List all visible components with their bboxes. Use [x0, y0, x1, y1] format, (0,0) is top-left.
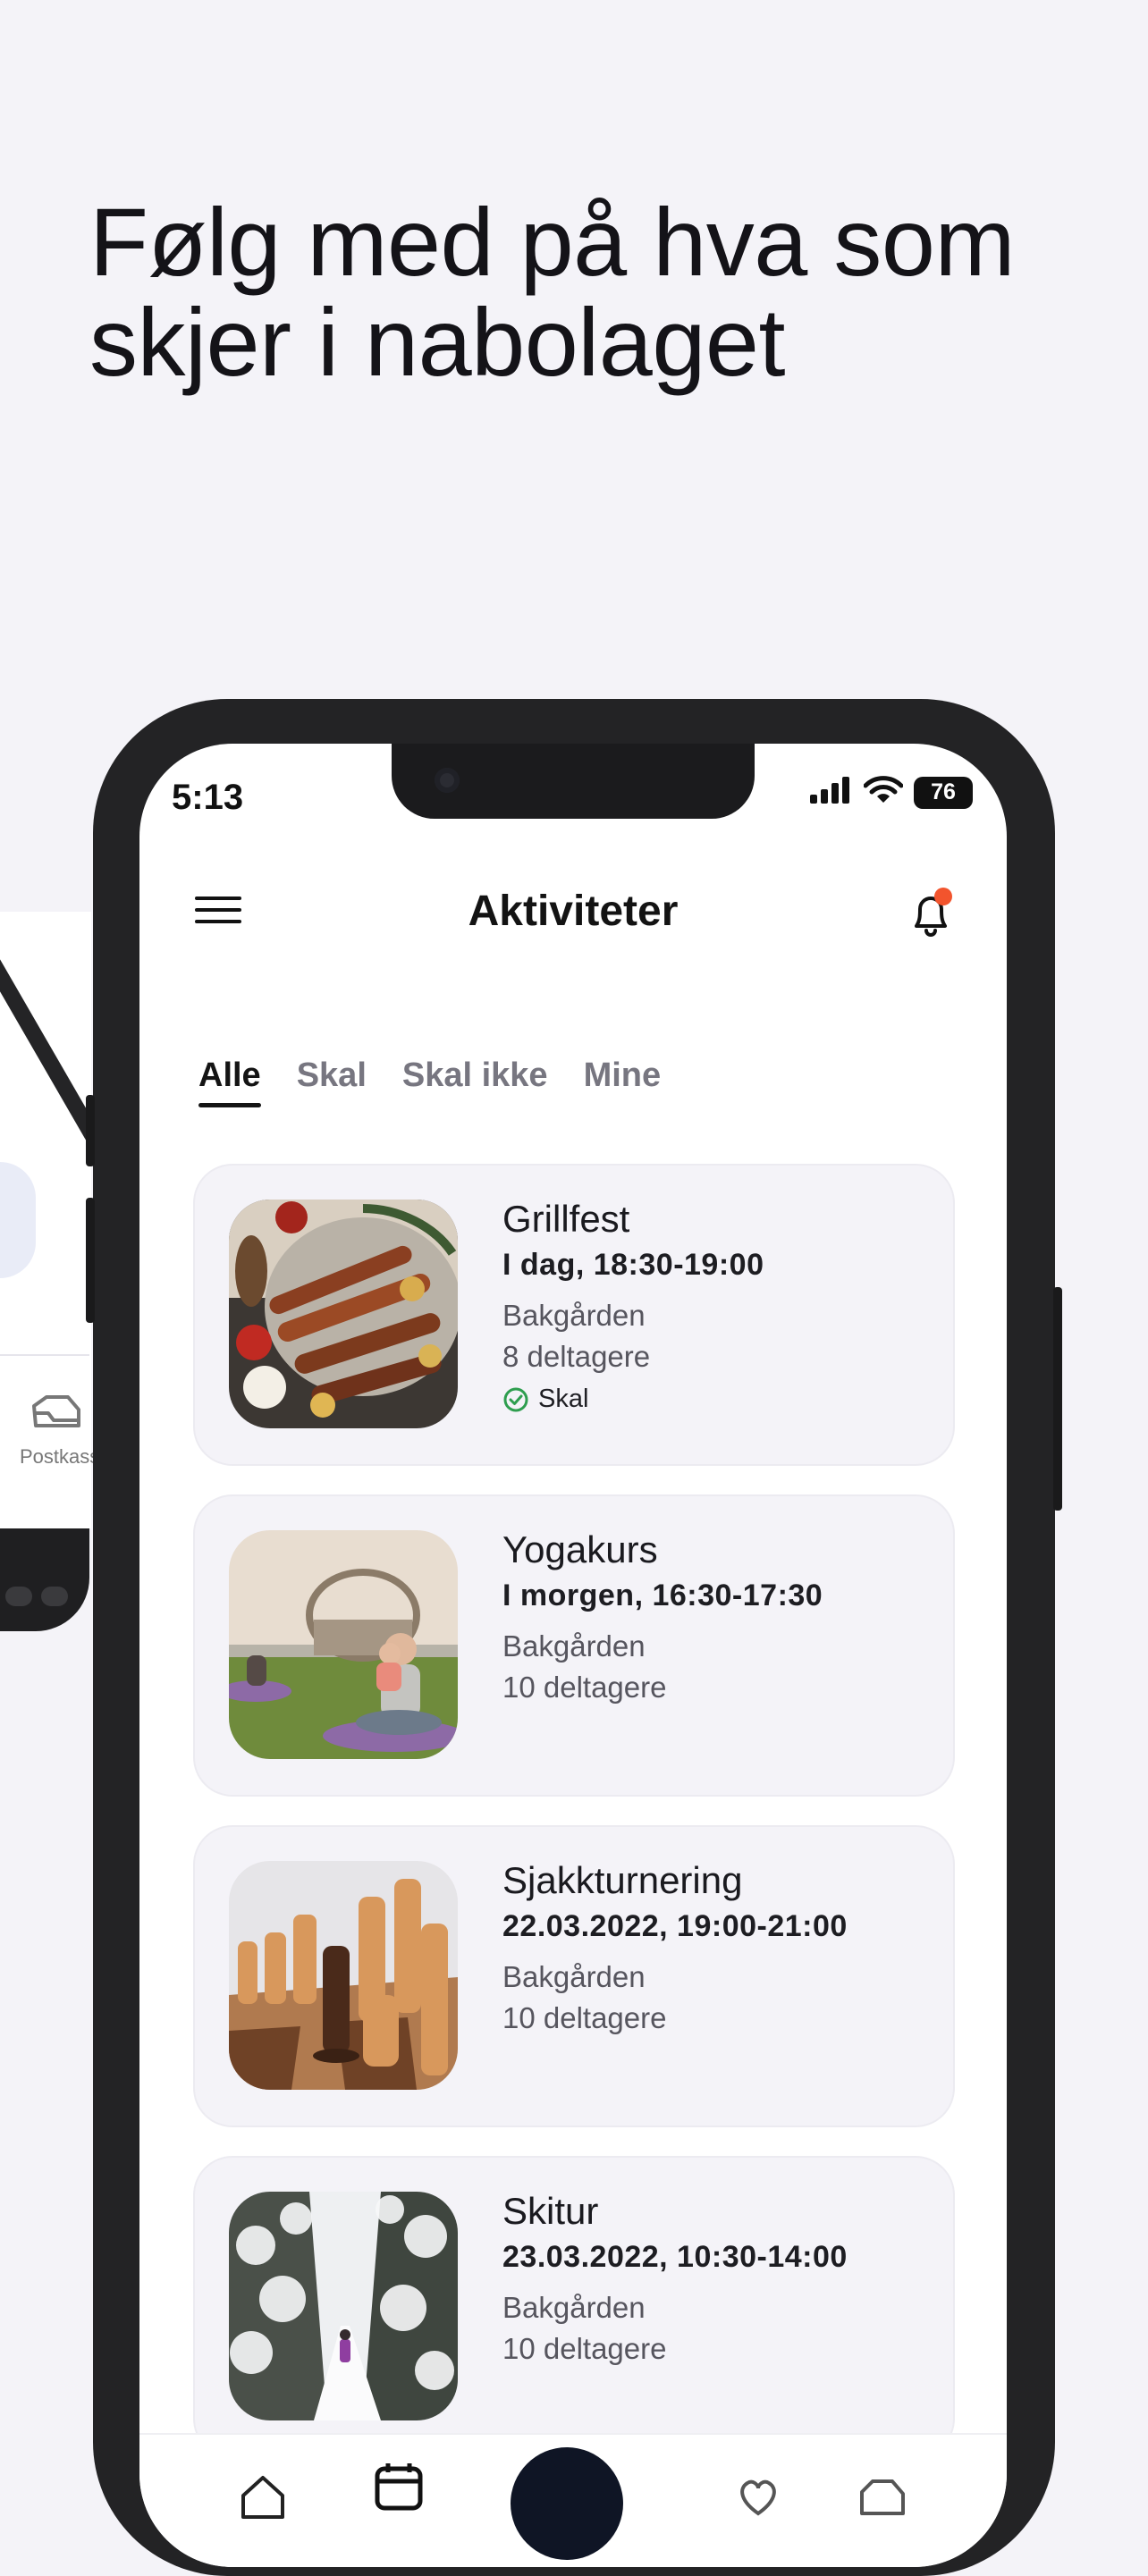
activity-info: Grillfest I dag, 18:30-19:00 Bakgården 8…: [502, 1198, 935, 1414]
background-phone-speaker: [41, 1587, 68, 1606]
tab-skal-ikke[interactable]: Skal ikke: [402, 1056, 548, 1104]
battery-indicator: 76: [914, 776, 973, 809]
activity-image-chess: [229, 1861, 458, 2090]
activity-image-ski: [229, 2192, 458, 2420]
activity-location: Bakgården: [502, 2291, 646, 2324]
mail-icon: [29, 1393, 82, 1437]
background-phone-card: [0, 1162, 36, 1278]
check-circle-icon: [503, 1387, 528, 1411]
activity-time: 22.03.2022, 19:00-21:00: [502, 1909, 848, 1943]
app-header: Aktiviteter: [139, 869, 1007, 958]
activity-name: Skitur: [502, 2190, 599, 2232]
wifi-icon: [863, 776, 904, 809]
activity-info: Skitur 23.03.2022, 10:30-14:00 Bakgården…: [502, 2190, 935, 2370]
heart-icon[interactable]: [731, 2469, 785, 2522]
activity-info: Yogakurs I morgen, 16:30-17:30 Bakgården…: [502, 1528, 935, 1708]
camera: [435, 768, 460, 793]
phone-screen: 5:13 76 Aktiviteter Alle Skal Skal ikke …: [139, 744, 1007, 2567]
filter-tabs: Alle Skal Skal ikke Mine: [198, 1056, 662, 1107]
activity-time: I dag, 18:30-19:00: [502, 1248, 764, 1282]
page-title: Aktiviteter: [468, 888, 679, 935]
activity-name: Grillfest: [502, 1198, 630, 1240]
rsvp-label: Skal: [538, 1385, 589, 1413]
tab-skal[interactable]: Skal: [297, 1056, 367, 1104]
status-time: 5:13: [172, 778, 244, 817]
background-phone-frame: [0, 1528, 89, 1631]
notification-dot: [934, 888, 952, 905]
tab-mine[interactable]: Mine: [584, 1056, 662, 1104]
activity-list: Grillfest I dag, 18:30-19:00 Bakgården 8…: [193, 1164, 955, 2487]
bottom-tab-bar: [139, 2433, 1007, 2567]
notifications-button[interactable]: [901, 885, 960, 944]
activity-location: Bakgården: [502, 1960, 646, 1993]
activity-image-yoga: [229, 1530, 458, 1759]
phone-side-button: [1053, 1287, 1062, 1511]
activity-location: Bakgården: [502, 1299, 646, 1332]
activity-name: Sjakkturnering: [502, 1859, 743, 1901]
activity-participants: 10 deltagere: [502, 1671, 667, 1704]
activity-participants: 8 deltagere: [502, 1340, 651, 1373]
activity-card-sjakkturnering[interactable]: Sjakkturnering 22.03.2022, 19:00-21:00 B…: [193, 1825, 955, 2127]
background-phone-speaker: [5, 1587, 32, 1606]
activity-time: 23.03.2022, 10:30-14:00: [502, 2240, 848, 2274]
activity-card-yogakurs[interactable]: Yogakurs I morgen, 16:30-17:30 Bakgården…: [193, 1494, 955, 1797]
tab-alle[interactable]: Alle: [198, 1056, 261, 1107]
activity-participants: 10 deltagere: [502, 2001, 667, 2034]
activity-location: Bakgården: [502, 1629, 646, 1663]
home-icon[interactable]: [236, 2469, 290, 2522]
headline: Følg med på hva som skjer i nabolaget: [89, 188, 1015, 396]
add-button[interactable]: [511, 2447, 623, 2560]
activity-card-grillfest[interactable]: Grillfest I dag, 18:30-19:00 Bakgården 8…: [193, 1164, 955, 1466]
phone-side-button: [86, 1198, 95, 1323]
bell-icon: [915, 888, 952, 937]
activity-image-bbq: [229, 1200, 458, 1428]
activity-time: I morgen, 16:30-17:30: [502, 1578, 823, 1612]
activity-card-skitur[interactable]: Skitur 23.03.2022, 10:30-14:00 Bakgården…: [193, 2156, 955, 2458]
notch: [392, 744, 755, 819]
status-icons: 76: [810, 776, 973, 809]
phone-side-button: [86, 1095, 95, 1166]
mail-icon[interactable]: [855, 2469, 908, 2522]
background-phone-tabbar: Postkasse: [0, 1354, 111, 1530]
rsvp-status: Skal: [502, 1385, 935, 1414]
activity-info: Sjakkturnering 22.03.2022, 19:00-21:00 B…: [502, 1859, 935, 2039]
signal-icon: [810, 777, 853, 808]
activity-name: Yogakurs: [502, 1528, 658, 1570]
calendar-icon[interactable]: [372, 2460, 426, 2513]
activity-participants: 10 deltagere: [502, 2332, 667, 2365]
